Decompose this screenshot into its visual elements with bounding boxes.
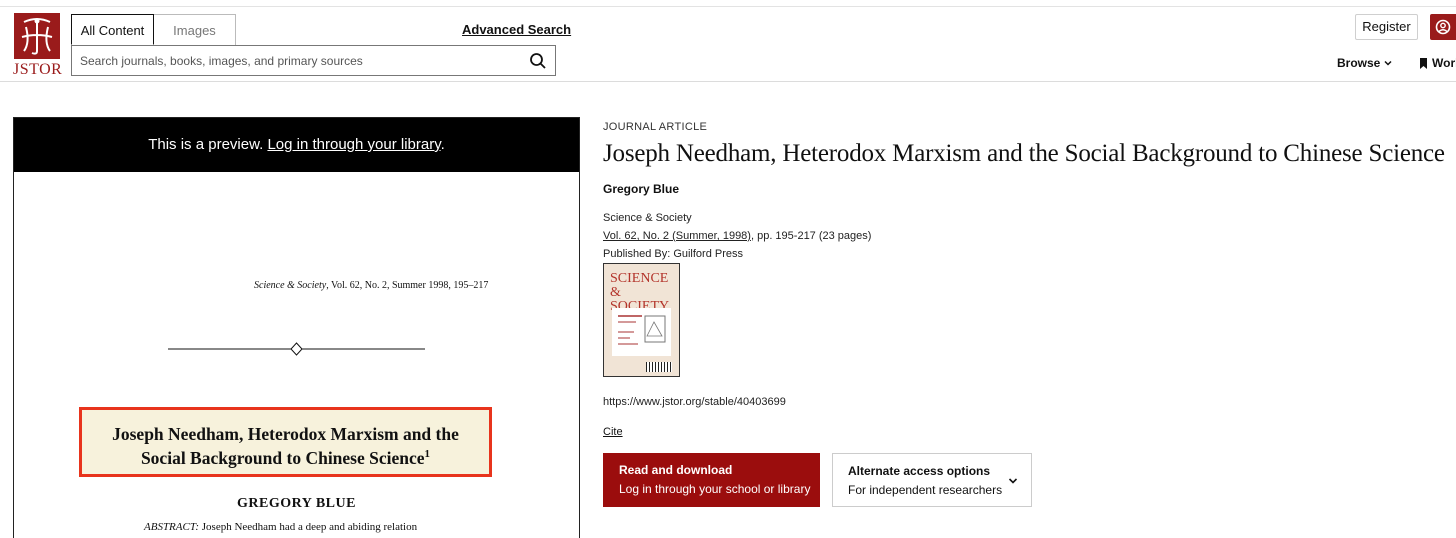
preview-banner-period: .: [440, 136, 445, 153]
logo-text: JSTOR: [13, 61, 63, 78]
journal-name: Science & Society: [603, 212, 692, 224]
publisher: Published By: Guilford Press: [603, 248, 744, 260]
page-abstract-text: Joseph Needham had a deep and abiding re…: [201, 521, 418, 533]
jstor-logo[interactable]: JSTOR: [13, 13, 63, 79]
read-and-download-button[interactable]: Read and download Log in through your sc…: [603, 453, 820, 507]
alternate-access-button[interactable]: Alternate access options For independent…: [832, 453, 1032, 507]
page-abstract-label: ABSTRACT:: [144, 521, 200, 533]
chevron-down-icon: [1008, 478, 1018, 484]
cover-illustration-icon: [612, 308, 671, 356]
tab-all-content[interactable]: All Content: [71, 14, 154, 45]
page-title-highlight: Joseph Needham, Heterodox Marxism and th…: [79, 407, 492, 477]
account-button[interactable]: [1430, 14, 1456, 40]
preview-banner-text: This is a preview.: [148, 136, 264, 153]
journal-cover-image[interactable]: SCIENCE & SOCIETY: [603, 263, 680, 377]
stable-url: https://www.jstor.org/stable/40403699: [603, 396, 786, 408]
page-title-line2: Social Background to Chinese Science: [140, 447, 425, 468]
read-button-label: Read and download: [619, 463, 733, 477]
article-author[interactable]: Gregory Blue: [603, 182, 679, 196]
chevron-down-icon: [1384, 60, 1392, 66]
alternate-access-sublabel: For independent researchers: [848, 483, 1003, 497]
page-title-line1: Joseph Needham, Heterodox Marxism and th…: [112, 424, 459, 444]
page-author: GREGORY BLUE: [237, 496, 356, 511]
alternate-access-label: Alternate access options: [848, 464, 991, 478]
page-range: , pp. 195-217 (23 pages): [750, 230, 872, 242]
advanced-search-link[interactable]: Advanced Search: [462, 22, 571, 37]
tab-images[interactable]: Images: [153, 14, 236, 45]
page-citation-details: , Vol. 62, No. 2, Summer 1998, 195–217: [326, 280, 489, 291]
search-input[interactable]: [80, 46, 520, 75]
browse-label: Browse: [1337, 56, 1381, 70]
workspace-link[interactable]: Workspace: [1419, 56, 1456, 70]
article-title: Joseph Needham, Heterodox Marxism and th…: [603, 140, 1445, 167]
search-icon[interactable]: [529, 52, 547, 70]
page-citation: Science & Society, Vol. 62, No. 2, Summe…: [254, 280, 488, 291]
bookmark-icon: [1420, 57, 1427, 69]
issue-link[interactable]: Vol. 62, No. 2 (Summer, 1998): [603, 230, 751, 242]
cite-link[interactable]: Cite: [603, 426, 623, 438]
issue-info: Vol. 62, No. 2 (Summer, 1998), pp. 195-2…: [603, 230, 871, 242]
page-citation-journal: Science & Society: [254, 280, 327, 291]
preview-banner: This is a preview. Log in through your l…: [14, 118, 579, 172]
page-title-footnote: 1: [424, 448, 431, 460]
site-header: JSTOR All Content Images Advanced Search…: [0, 0, 1456, 82]
logo-emblem-icon: [14, 13, 60, 59]
page-ornament-rule: [168, 342, 425, 356]
read-button-sublabel: Log in through your school or library: [619, 482, 811, 496]
user-icon: [1435, 19, 1451, 35]
browse-menu[interactable]: Browse: [1337, 56, 1393, 70]
page-abstract: ABSTRACT: Joseph Needham had a deep and …: [144, 521, 417, 533]
register-button[interactable]: Register: [1355, 14, 1418, 40]
article-preview: This is a preview. Log in through your l…: [13, 117, 580, 538]
page-title-line2-wrap: Social Background to Chinese Science1: [82, 444, 489, 468]
content-type: JOURNAL ARTICLE: [603, 121, 708, 133]
library-login-link[interactable]: Log in through your library: [267, 136, 440, 153]
workspace-label: Workspace: [1432, 56, 1456, 70]
search-box: [71, 45, 556, 76]
barcode-icon: [646, 362, 672, 372]
